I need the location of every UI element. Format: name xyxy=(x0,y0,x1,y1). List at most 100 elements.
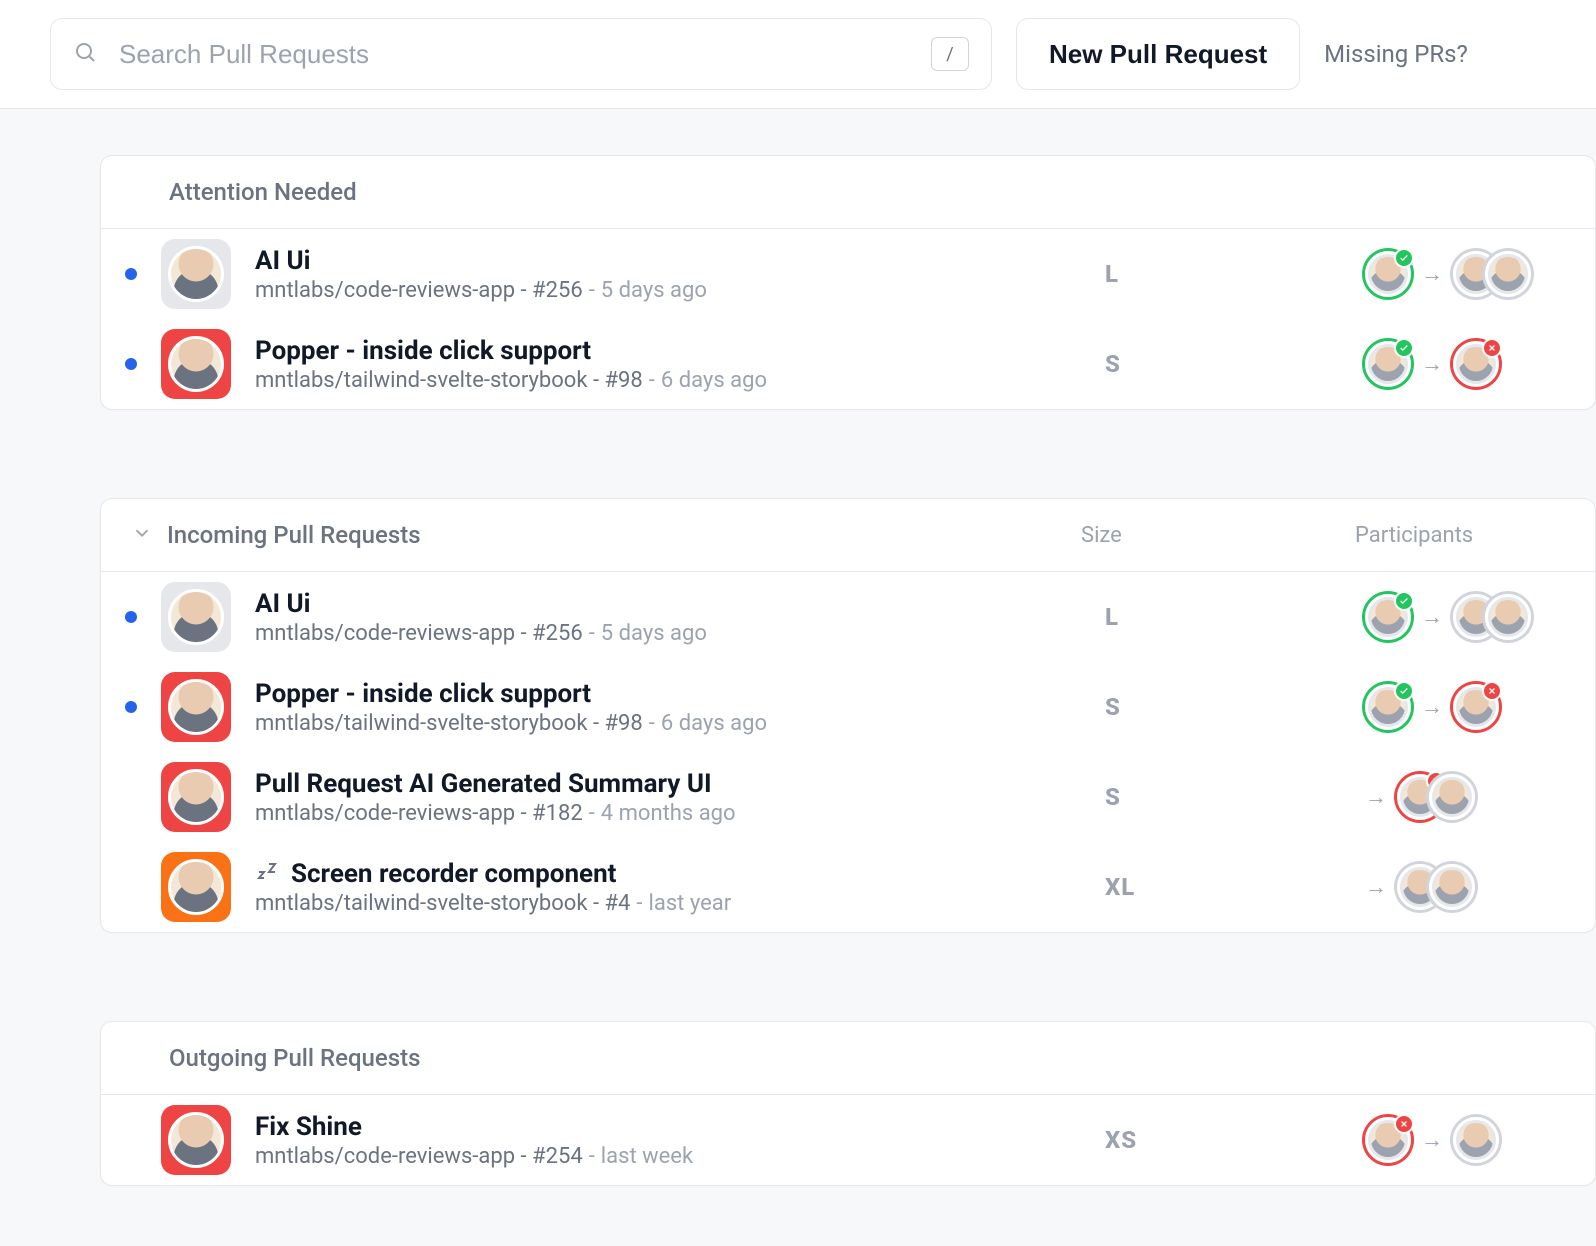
arrow-right-icon: → xyxy=(1421,694,1443,720)
section-header: Outgoing Pull Requests xyxy=(101,1022,1595,1095)
participant-avatar[interactable] xyxy=(1453,341,1499,387)
pr-number: #256 xyxy=(532,621,583,646)
pr-row[interactable]: AI Uimntlabs/code-reviews-app - #256-5 d… xyxy=(101,229,1595,319)
reviewer-stack xyxy=(1453,1117,1499,1163)
pr-size: L xyxy=(1105,603,1365,631)
section-header: Attention Needed xyxy=(101,156,1595,229)
check-badge-icon xyxy=(1394,681,1414,701)
pr-row[interactable]: Screen recorder componentmntlabs/tailwin… xyxy=(101,842,1595,932)
pr-size: XS xyxy=(1105,1126,1365,1154)
pr-body: Popper - inside click supportmntlabs/tai… xyxy=(255,679,1105,736)
pr-repo: mntlabs/code-reviews-app xyxy=(255,801,515,826)
unread-dot-icon xyxy=(125,701,137,713)
search-icon xyxy=(73,40,97,68)
pr-subtitle: mntlabs/tailwind-svelte-storybook - #98-… xyxy=(255,711,1105,736)
pr-title: AI Ui xyxy=(255,589,311,619)
arrow-right-icon: → xyxy=(1421,1127,1443,1153)
pr-size: S xyxy=(1105,783,1365,811)
pr-list: Fix Shinemntlabs/code-reviews-app - #254… xyxy=(101,1095,1595,1185)
pr-row[interactable]: Fix Shinemntlabs/code-reviews-app - #254… xyxy=(101,1095,1595,1185)
pr-size: L xyxy=(1105,260,1365,288)
author-avatar[interactable] xyxy=(1365,684,1411,730)
pr-body: Fix Shinemntlabs/code-reviews-app - #254… xyxy=(255,1112,1105,1169)
incoming-section: Incoming Pull Requests Size Participants… xyxy=(100,498,1596,933)
pr-repo: mntlabs/code-reviews-app xyxy=(255,1144,515,1169)
unread-dot-icon xyxy=(125,611,137,623)
pr-title: AI Ui xyxy=(255,246,311,276)
unread-dot-icon xyxy=(125,358,137,370)
pr-row[interactable]: Popper - inside click supportmntlabs/tai… xyxy=(101,662,1595,752)
section-header[interactable]: Incoming Pull Requests Size Participants xyxy=(101,499,1595,572)
x-badge-icon xyxy=(1394,1114,1414,1134)
arrow-right-icon: → xyxy=(1365,874,1387,900)
pr-number: #4 xyxy=(605,891,631,916)
pr-subtitle: mntlabs/tailwind-svelte-storybook - #4-l… xyxy=(255,891,1105,916)
participant-avatar[interactable] xyxy=(1453,684,1499,730)
check-badge-icon xyxy=(1394,338,1414,358)
search-container[interactable]: / xyxy=(50,18,992,90)
pr-repo: mntlabs/code-reviews-app xyxy=(255,621,515,646)
pr-number: #98 xyxy=(605,711,643,736)
chevron-down-icon xyxy=(131,522,153,548)
pr-number: #98 xyxy=(605,368,643,393)
pr-row[interactable]: AI Uimntlabs/code-reviews-app - #256-5 d… xyxy=(101,572,1595,662)
participant-avatar[interactable] xyxy=(1485,251,1531,297)
search-input[interactable] xyxy=(119,39,909,70)
pr-time: 6 days ago xyxy=(661,711,767,736)
pr-participants: → xyxy=(1365,684,1565,730)
pr-size: XL xyxy=(1105,873,1365,901)
pr-time: last week xyxy=(601,1144,693,1169)
arrow-right-icon: → xyxy=(1421,351,1443,377)
new-pull-request-button[interactable]: New Pull Request xyxy=(1016,18,1300,90)
repo-avatar xyxy=(161,582,231,652)
pr-time: 5 days ago xyxy=(601,278,707,303)
pr-time: 4 months ago xyxy=(601,801,736,826)
pr-subtitle: mntlabs/code-reviews-app - #182-4 months… xyxy=(255,801,1105,826)
pr-participants: → xyxy=(1365,1117,1565,1163)
section-title: Incoming Pull Requests xyxy=(167,521,1067,549)
column-header-participants: Participants xyxy=(1355,523,1555,548)
pr-subtitle: mntlabs/code-reviews-app - #256-5 days a… xyxy=(255,621,1105,646)
repo-avatar xyxy=(161,329,231,399)
missing-prs-link[interactable]: Missing PRs? xyxy=(1324,40,1468,68)
pr-row[interactable]: Pull Request AI Generated Summary UImntl… xyxy=(101,752,1595,842)
participant-avatar[interactable] xyxy=(1429,864,1475,910)
unread-indicator-cell xyxy=(101,611,161,623)
author-avatar[interactable] xyxy=(1365,594,1411,640)
author-avatar[interactable] xyxy=(1365,251,1411,297)
pr-participants: → xyxy=(1365,594,1565,640)
x-badge-icon xyxy=(1482,681,1502,701)
pr-number: #256 xyxy=(532,278,583,303)
participant-avatar[interactable] xyxy=(1429,774,1475,820)
pr-body: Popper - inside click supportmntlabs/tai… xyxy=(255,336,1105,393)
pr-participants: → xyxy=(1365,251,1565,297)
unread-indicator-cell xyxy=(101,701,161,713)
x-badge-icon xyxy=(1482,338,1502,358)
participant-avatar[interactable] xyxy=(1453,1117,1499,1163)
pr-list: AI Uimntlabs/code-reviews-app - #256-5 d… xyxy=(101,229,1595,409)
pr-body: Pull Request AI Generated Summary UImntl… xyxy=(255,769,1105,826)
section-title: Attention Needed xyxy=(169,178,1555,206)
check-badge-icon xyxy=(1394,248,1414,268)
repo-avatar xyxy=(161,239,231,309)
reviewer-stack xyxy=(1453,251,1531,297)
pr-time: 6 days ago xyxy=(661,368,767,393)
reviewer-stack xyxy=(1453,684,1499,730)
repo-avatar xyxy=(161,762,231,832)
reviewer-stack xyxy=(1453,341,1499,387)
pr-title: Popper - inside click support xyxy=(255,336,591,366)
unread-indicator-cell xyxy=(101,358,161,370)
reviewer-stack xyxy=(1397,864,1475,910)
pr-time: 5 days ago xyxy=(601,621,707,646)
topbar: / New Pull Request Missing PRs? xyxy=(0,0,1596,109)
pr-repo: mntlabs/tailwind-svelte-storybook xyxy=(255,711,588,736)
repo-avatar xyxy=(161,852,231,922)
pr-number: #182 xyxy=(532,801,583,826)
participant-avatar[interactable] xyxy=(1485,594,1531,640)
pr-size: S xyxy=(1105,693,1365,721)
search-shortcut-key: / xyxy=(931,37,969,71)
pr-row[interactable]: Popper - inside click supportmntlabs/tai… xyxy=(101,319,1595,409)
author-avatar[interactable] xyxy=(1365,341,1411,387)
pr-participants: → xyxy=(1365,774,1565,820)
author-avatar[interactable] xyxy=(1365,1117,1411,1163)
